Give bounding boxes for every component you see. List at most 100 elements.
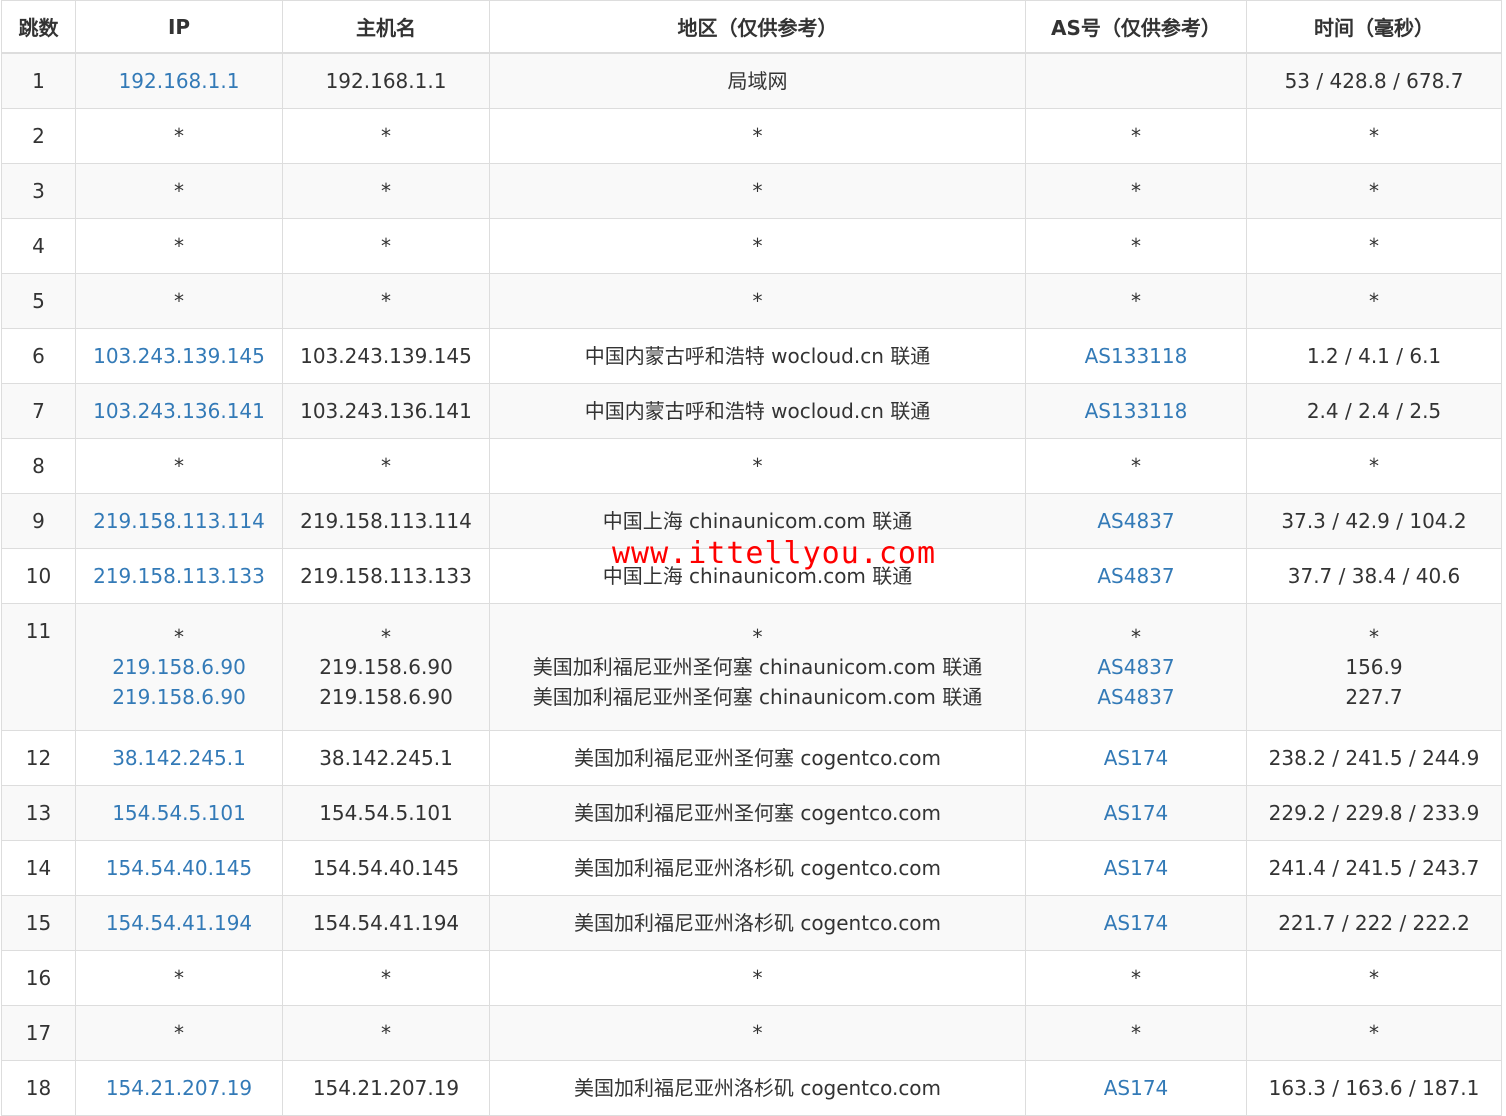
region: 美国加利福尼亚州圣何塞 chinaunicom.com 联通	[532, 685, 983, 709]
ip-link-cell: 103.243.136.141	[75, 383, 283, 439]
table-row: 8 * * * * *	[1, 438, 1502, 494]
ip-link-cell: *	[75, 218, 283, 274]
region: *	[752, 625, 763, 649]
region: 局域网	[727, 69, 788, 93]
hostname-cell: 38.142.245.1	[282, 730, 490, 786]
hostname: 154.21.207.19	[312, 1076, 460, 1100]
region-cell: 中国上海 chinaunicom.com 联通	[489, 493, 1026, 549]
time-cell: 1.2 / 4.1 / 6.1	[1246, 328, 1502, 384]
hostname-cell: 219.158.113.114	[282, 493, 490, 549]
asn-link-cell: AS174	[1025, 785, 1247, 841]
hop-number: 2	[32, 124, 45, 148]
asn-link[interactable]: AS4837	[1026, 652, 1246, 682]
table-row: 11 * 219.158.6.90 219.158.6.90 * 219.158.6.90…	[1, 603, 1502, 731]
hostname-cell: 154.54.5.101	[282, 785, 490, 841]
region: 中国内蒙古呼和浩特 wocloud.cn 联通	[584, 344, 931, 368]
ip-link[interactable]: 219.158.6.90	[76, 652, 282, 682]
table-row: 10 219.158.113.133 219.158.113.133 中国上海 chi…	[1, 548, 1502, 604]
asn-link[interactable]: AS4837	[1097, 509, 1174, 533]
region-cell: 中国内蒙古呼和浩特 wocloud.cn 联通	[489, 328, 1026, 384]
hostname-cell: * 219.158.6.90 219.158.6.90	[282, 603, 490, 731]
hop-number-cell: 4	[1, 218, 76, 274]
asn-link[interactable]: AS174	[1104, 911, 1169, 935]
ip-link-cell: 154.54.41.194	[75, 895, 283, 951]
region: 美国加利福尼亚州圣何塞 chinaunicom.com 联通	[532, 655, 983, 679]
region: *	[752, 179, 763, 203]
region: *	[752, 124, 763, 148]
region-cell: 美国加利福尼亚州圣何塞 cogentco.com	[489, 785, 1026, 841]
asn-link[interactable]: AS133118	[1085, 399, 1188, 423]
ip-link[interactable]: 192.168.1.1	[119, 69, 240, 93]
table-row: 7 103.243.136.141 103.243.136.141 中国内蒙古呼和浩特…	[1, 383, 1502, 439]
hostname: 154.54.40.145	[312, 856, 460, 880]
region-cell: 美国加利福尼亚州洛杉矶 cogentco.com	[489, 895, 1026, 951]
region: *	[752, 234, 763, 258]
hostname: *	[381, 966, 391, 990]
time-cell: *	[1246, 1005, 1502, 1061]
region: *	[752, 289, 763, 313]
hostname-cell: 103.243.139.145	[282, 328, 490, 384]
hostname: 192.168.1.1	[325, 69, 447, 93]
region: 中国内蒙古呼和浩特 wocloud.cn 联通	[584, 399, 931, 423]
ip-link[interactable]: 219.158.6.90	[76, 682, 282, 712]
asn-link[interactable]: AS4837	[1097, 564, 1174, 588]
hostname-cell: *	[282, 1005, 490, 1061]
hostname: *	[381, 289, 391, 313]
asn-link[interactable]: AS174	[1104, 856, 1169, 880]
hop-number: 16	[25, 966, 52, 990]
asn-link[interactable]: AS174	[1104, 801, 1169, 825]
region: 美国加利福尼亚州圣何塞 cogentco.com	[573, 801, 942, 825]
time: 241.4 / 241.5 / 243.7	[1268, 856, 1480, 880]
asn-link-cell	[1025, 52, 1247, 109]
hostname-cell: *	[282, 218, 490, 274]
time: 1.2 / 4.1 / 6.1	[1306, 344, 1442, 368]
region-cell: *	[489, 273, 1026, 329]
asn-link-cell: *	[1025, 218, 1247, 274]
ip-link[interactable]: 154.21.207.19	[106, 1076, 252, 1100]
hop-number: 12	[25, 746, 52, 770]
time: 238.2 / 241.5 / 244.9	[1268, 746, 1480, 770]
hop-number: 8	[32, 454, 45, 478]
asn-link: *	[1131, 625, 1141, 649]
asn-link: *	[1131, 289, 1141, 313]
hop-number: 17	[25, 1021, 52, 1045]
hop-number: 13	[25, 801, 52, 825]
ip-link[interactable]: 38.142.245.1	[112, 746, 246, 770]
hop-number-cell: 6	[1, 328, 76, 384]
ip-link[interactable]: 219.158.113.133	[93, 564, 265, 588]
ip-link: *	[174, 1021, 184, 1045]
asn-link[interactable]: AS133118	[1085, 344, 1188, 368]
time-cell: *	[1246, 273, 1502, 329]
ip-link[interactable]: 103.243.139.145	[93, 344, 265, 368]
hostname: 103.243.136.141	[300, 399, 472, 423]
hop-number-cell: 3	[1, 163, 76, 219]
ip-link[interactable]: 103.243.136.141	[93, 399, 265, 423]
table-row: 17 * * * * *	[1, 1005, 1502, 1061]
hop-number-cell: 12	[1, 730, 76, 786]
ip-link[interactable]: 154.54.41.194	[106, 911, 252, 935]
table-row: 16 * * * * *	[1, 950, 1502, 1006]
table-row: 9 219.158.113.114 219.158.113.114 中国上海 chin…	[1, 493, 1502, 549]
asn-link[interactable]: AS4837	[1026, 682, 1246, 712]
table-row: 13 154.54.5.101 154.54.5.101 美国加利福尼亚州圣何塞 co…	[1, 785, 1502, 841]
region-cell: 美国加利福尼亚州圣何塞 cogentco.com	[489, 730, 1026, 786]
asn-link[interactable]: AS174	[1104, 1076, 1169, 1100]
ip-link-cell: 219.158.113.133	[75, 548, 283, 604]
hop-number-cell: 5	[1, 273, 76, 329]
time: *	[1369, 1021, 1379, 1045]
asn-link-cell: AS174	[1025, 840, 1247, 896]
hostname-cell: 103.243.136.141	[282, 383, 490, 439]
time-cell: * 156.9 227.7	[1246, 603, 1502, 731]
hostname: *	[381, 625, 391, 649]
time: *	[1369, 289, 1379, 313]
ip-link[interactable]: 154.54.5.101	[112, 801, 246, 825]
asn-link-cell: *	[1025, 273, 1247, 329]
asn-link[interactable]: AS174	[1104, 746, 1169, 770]
ip-link[interactable]: 219.158.113.114	[93, 509, 265, 533]
hop-number: 14	[25, 856, 52, 880]
time: *	[1369, 625, 1379, 649]
table-row: 18 154.21.207.19 154.21.207.19 美国加利福尼亚州洛杉矶 …	[1, 1060, 1502, 1116]
header-hostname: 主机名	[282, 0, 490, 54]
asn-link: *	[1131, 454, 1141, 478]
ip-link[interactable]: 154.54.40.145	[106, 856, 252, 880]
